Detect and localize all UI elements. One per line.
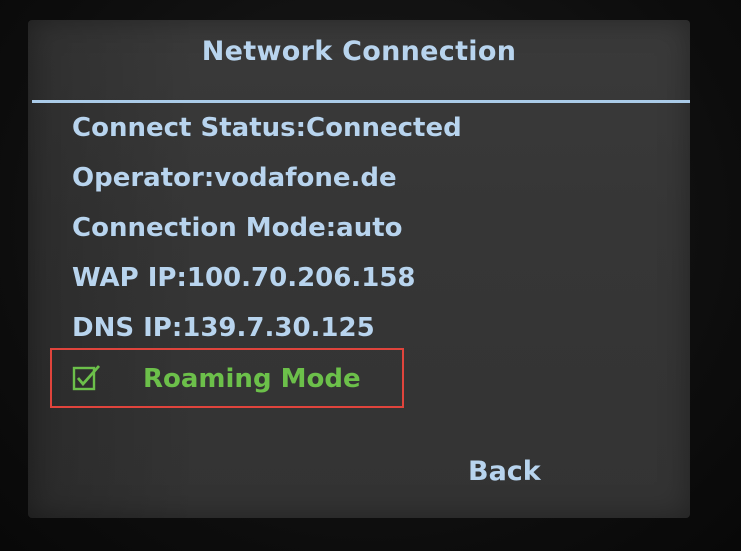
connection-info-list: Connect Status:Connected Operator:vodafo… — [72, 108, 462, 358]
device-screen: Network Connection Connect Status:Connec… — [28, 20, 690, 518]
connect-status-text: Connect Status:Connected — [72, 113, 462, 143]
wap-ip-text: WAP IP:100.70.206.158 — [72, 263, 416, 293]
back-button[interactable]: Back — [468, 452, 541, 492]
connection-mode-text: Connection Mode:auto — [72, 213, 403, 243]
checkbox-checked-icon[interactable] — [72, 363, 102, 393]
roaming-mode-label: Roaming Mode — [143, 364, 361, 394]
roaming-mode-toggle[interactable]: Roaming Mode — [50, 348, 404, 408]
operator-text: Operator:vodafone.de — [72, 163, 397, 193]
page-title: Network Connection — [201, 36, 517, 67]
title-divider — [32, 100, 690, 103]
